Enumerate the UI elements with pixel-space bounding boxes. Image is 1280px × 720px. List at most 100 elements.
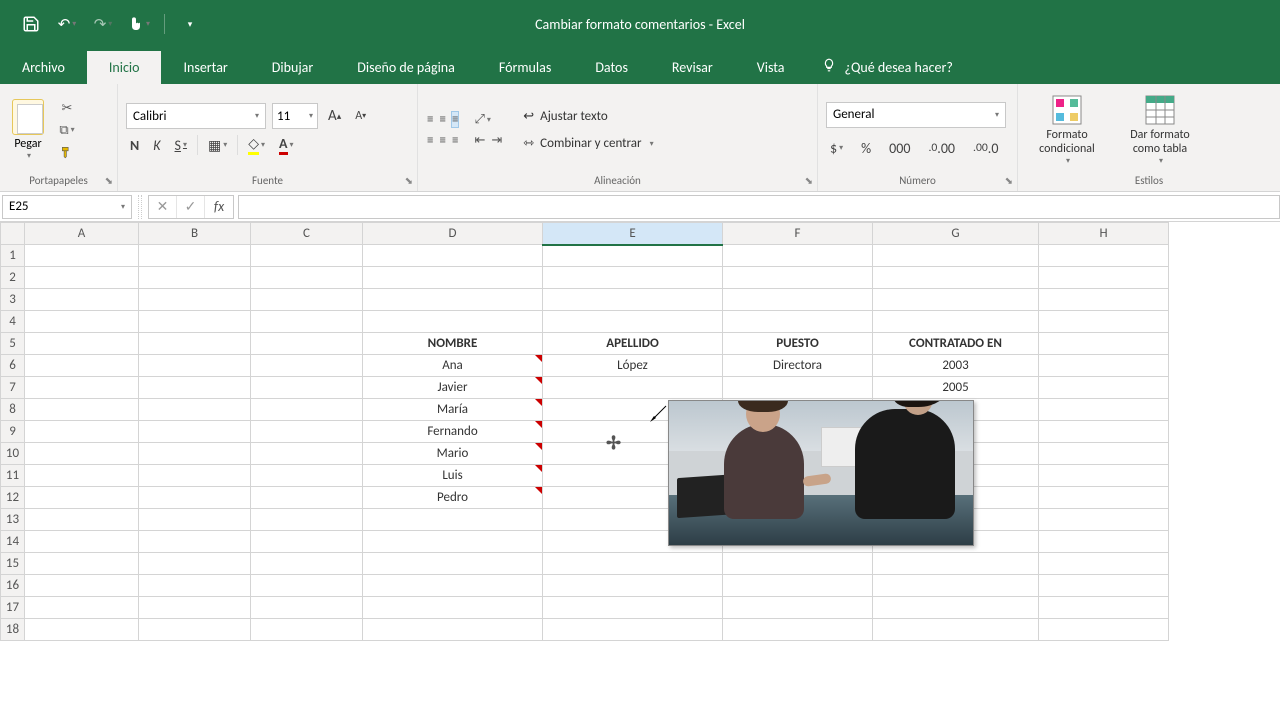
font-name-select[interactable]: Calibri▾ [126,103,266,129]
cell-C5[interactable] [251,333,363,355]
cell-A8[interactable] [25,399,139,421]
col-header-A[interactable]: A [25,223,139,245]
wrap-text-button[interactable]: ↩ Ajustar texto [519,107,657,126]
cell-D8[interactable]: María [363,399,543,421]
tab-dibujar[interactable]: Dibujar [250,51,335,84]
shrink-font-icon[interactable]: A▾ [351,107,370,125]
enter-icon[interactable]: ✓ [177,196,205,218]
align-bottom-icon[interactable]: ≡ [451,111,459,128]
decrease-decimal-icon[interactable]: .00.0 [969,138,1002,159]
cell-G1[interactable] [873,245,1039,267]
cell-F16[interactable] [723,575,873,597]
row-header-13[interactable]: 13 [1,509,25,531]
fill-color-icon[interactable]: ◇▾ [244,133,269,157]
select-all-corner[interactable] [1,223,25,245]
indent-inc-icon[interactable]: ⇥ [490,132,503,149]
cell-A12[interactable] [25,487,139,509]
tell-me[interactable]: ¿Qué desea hacer? [806,50,968,84]
touch-mode-icon[interactable]: ▾ [128,13,150,35]
comment-image-box[interactable] [668,400,974,546]
redo-icon[interactable]: ↷▾ [92,13,114,35]
cell-G16[interactable] [873,575,1039,597]
cell-H16[interactable] [1039,575,1169,597]
cell-D11[interactable]: Luis [363,465,543,487]
cell-A15[interactable] [25,553,139,575]
number-format-select[interactable]: General▾ [826,102,1006,128]
font-color-icon[interactable]: A▾ [275,133,298,157]
cell-C17[interactable] [251,597,363,619]
cell-A13[interactable] [25,509,139,531]
cell-B12[interactable] [139,487,251,509]
cell-D6[interactable]: Ana [363,355,543,377]
row-header-9[interactable]: 9 [1,421,25,443]
cell-E3[interactable] [543,289,723,311]
cell-F1[interactable] [723,245,873,267]
cell-H8[interactable] [1039,399,1169,421]
cell-H5[interactable] [1039,333,1169,355]
cell-D9[interactable]: Fernando [363,421,543,443]
cell-A9[interactable] [25,421,139,443]
cell-G2[interactable] [873,267,1039,289]
align-right-icon[interactable]: ≡ [451,132,459,149]
cell-B8[interactable] [139,399,251,421]
cell-G3[interactable] [873,289,1039,311]
cell-G17[interactable] [873,597,1039,619]
cell-C18[interactable] [251,619,363,641]
underline-button[interactable]: S▾ [171,135,191,156]
row-header-14[interactable]: 14 [1,531,25,553]
cell-D7[interactable]: Javier [363,377,543,399]
cell-B6[interactable] [139,355,251,377]
cell-B15[interactable] [139,553,251,575]
cell-C4[interactable] [251,311,363,333]
cell-D13[interactable] [363,509,543,531]
cell-B9[interactable] [139,421,251,443]
cell-F3[interactable] [723,289,873,311]
cell-H11[interactable] [1039,465,1169,487]
cell-D16[interactable] [363,575,543,597]
cell-B17[interactable] [139,597,251,619]
cell-E4[interactable] [543,311,723,333]
name-box[interactable]: E25▾ [2,195,132,219]
tab-revisar[interactable]: Revisar [650,51,735,84]
cut-icon[interactable]: ✂ [58,99,76,117]
cell-A4[interactable] [25,311,139,333]
cell-D17[interactable] [363,597,543,619]
cell-D4[interactable] [363,311,543,333]
cell-F15[interactable] [723,553,873,575]
cell-C1[interactable] [251,245,363,267]
cell-F5[interactable]: PUESTO [723,333,873,355]
cell-F18[interactable] [723,619,873,641]
tab-formulas[interactable]: Fórmulas [477,51,573,84]
fx-icon[interactable]: fx [205,196,233,218]
row-header-6[interactable]: 6 [1,355,25,377]
cell-C3[interactable] [251,289,363,311]
cell-D18[interactable] [363,619,543,641]
col-header-C[interactable]: C [251,223,363,245]
dialog-launcher-icon[interactable]: ⬊ [105,174,113,187]
row-header-2[interactable]: 2 [1,267,25,289]
cell-G7[interactable]: 2005 [873,377,1039,399]
align-left-icon[interactable]: ≡ [426,132,434,149]
cell-E17[interactable] [543,597,723,619]
cell-H9[interactable] [1039,421,1169,443]
increase-decimal-icon[interactable]: .0.00 [924,138,959,159]
tab-insertar[interactable]: Insertar [161,51,249,84]
col-header-H[interactable]: H [1039,223,1169,245]
tab-inicio[interactable]: Inicio [87,51,162,84]
qat-customize-icon[interactable]: ▾ [179,13,201,35]
cell-E7[interactable] [543,377,723,399]
cell-A11[interactable] [25,465,139,487]
merge-center-button[interactable]: ⇿ Combinar y centrar ▾ [519,134,657,153]
tab-diseno[interactable]: Diseño de página [335,51,477,84]
cell-H12[interactable] [1039,487,1169,509]
cell-B7[interactable] [139,377,251,399]
cell-E15[interactable] [543,553,723,575]
row-header-3[interactable]: 3 [1,289,25,311]
row-header-17[interactable]: 17 [1,597,25,619]
cell-H7[interactable] [1039,377,1169,399]
col-header-D[interactable]: D [363,223,543,245]
handle-icon[interactable] [138,195,142,219]
comment-indicator-icon[interactable] [535,443,542,450]
cell-E2[interactable] [543,267,723,289]
bold-button[interactable]: N [126,135,143,156]
